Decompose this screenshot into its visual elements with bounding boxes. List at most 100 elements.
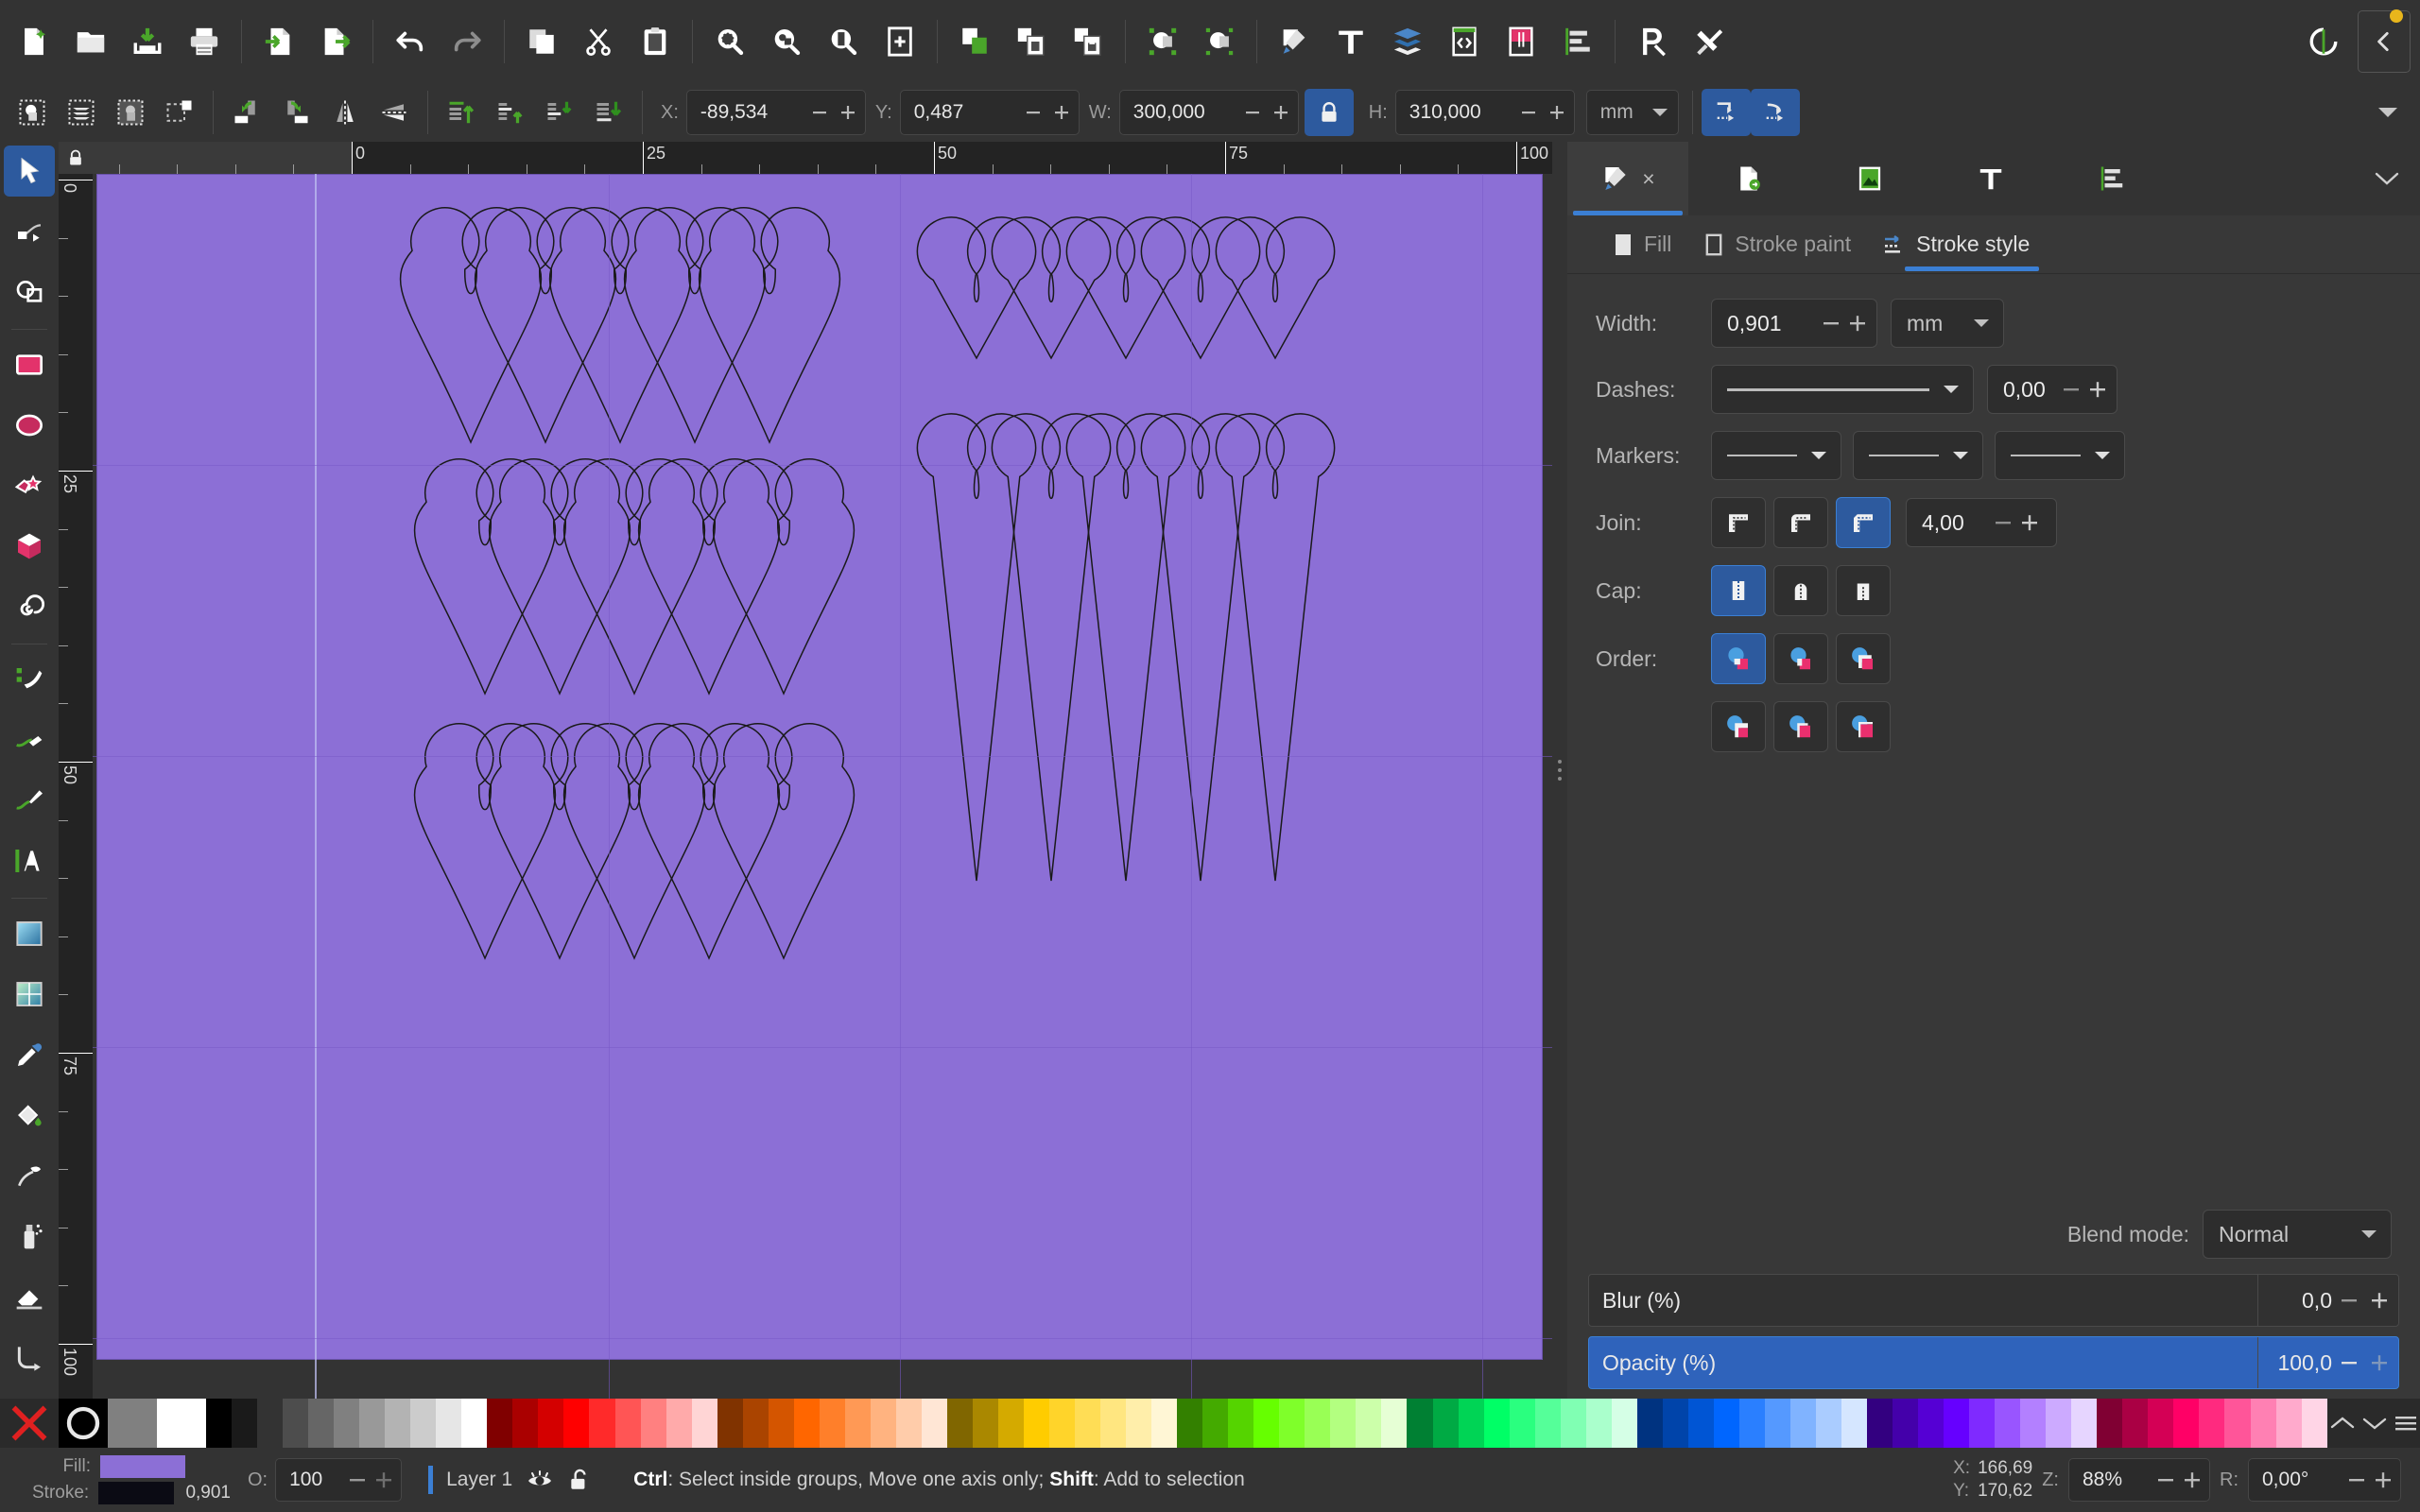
tool-preferences-button[interactable] xyxy=(1681,13,1737,70)
palette-swatch[interactable] xyxy=(1918,1399,1945,1448)
palette-swatch[interactable] xyxy=(1075,1399,1101,1448)
rotate-cw-button[interactable] xyxy=(271,89,320,136)
palette-swatch[interactable] xyxy=(1764,1399,1790,1448)
deselect-button[interactable] xyxy=(155,89,204,136)
dash-offset-decrement-button[interactable] xyxy=(2058,373,2084,405)
select-same-button[interactable] xyxy=(106,89,155,136)
opacity-stepper[interactable]: 100 xyxy=(275,1458,403,1502)
node-tool[interactable] xyxy=(4,206,55,257)
palette-swatch[interactable] xyxy=(1560,1399,1586,1448)
preferences-button[interactable] xyxy=(1624,13,1681,70)
palette-swatch[interactable] xyxy=(1330,1399,1357,1448)
palette-swatch[interactable] xyxy=(1713,1399,1739,1448)
objects-button[interactable] xyxy=(1134,13,1191,70)
palette-swatch[interactable] xyxy=(461,1399,488,1448)
palette-swatch[interactable] xyxy=(257,1399,284,1448)
palette-swatch[interactable] xyxy=(512,1399,539,1448)
palette-swatch[interactable] xyxy=(640,1399,666,1448)
palette-swatch[interactable] xyxy=(819,1399,845,1448)
open-document-button[interactable] xyxy=(62,13,119,70)
stroke-indicator-swatch[interactable] xyxy=(98,1482,175,1504)
vertical-ruler[interactable]: 0 25 50 75 100 xyxy=(59,174,93,1399)
box-3d-tool[interactable] xyxy=(4,521,55,572)
print-button[interactable] xyxy=(176,13,233,70)
order-stroke-markers-fill-button[interactable] xyxy=(1711,701,1766,752)
stroke-width-increment-button[interactable] xyxy=(1844,307,1871,339)
chevron-down-icon[interactable] xyxy=(2361,1415,2388,1432)
raise-to-top-button[interactable] xyxy=(437,89,486,136)
order-markers-stroke-fill-button[interactable] xyxy=(1836,701,1891,752)
chevron-up-icon[interactable] xyxy=(2329,1415,2356,1432)
collapse-panel-button[interactable] xyxy=(2358,10,2411,73)
palette-swatch[interactable] xyxy=(666,1399,692,1448)
dock-tab-document-properties[interactable] xyxy=(1809,142,1930,215)
palette-swatch[interactable] xyxy=(1662,1399,1688,1448)
palette-swatch[interactable] xyxy=(487,1399,513,1448)
rotation-increment-button[interactable] xyxy=(2370,1464,2396,1496)
flip-vertical-button[interactable] xyxy=(370,89,419,136)
opacity-slider[interactable]: Opacity (%) 100,0 xyxy=(1588,1336,2399,1389)
flip-horizontal-button[interactable] xyxy=(320,89,370,136)
palette-swatch[interactable] xyxy=(1585,1399,1612,1448)
dock-collapse-button[interactable] xyxy=(2354,142,2420,215)
notification-dot[interactable] xyxy=(2390,9,2403,23)
palette-swatch[interactable] xyxy=(2173,1399,2200,1448)
text-properties-button[interactable] xyxy=(1322,13,1379,70)
palette-swatch[interactable] xyxy=(232,1399,258,1448)
palette-swatch[interactable] xyxy=(717,1399,743,1448)
h-increment-button[interactable] xyxy=(1544,96,1570,129)
fill-indicator-swatch[interactable] xyxy=(100,1455,185,1478)
dock-tab-close-icon[interactable]: × xyxy=(1642,166,1654,192)
drawing-canvas[interactable] xyxy=(93,174,1552,1399)
cap-square-button[interactable] xyxy=(1836,565,1891,616)
duplicate-button[interactable] xyxy=(946,13,1003,70)
unlock-icon[interactable] xyxy=(567,1467,592,1493)
palette-swatch[interactable] xyxy=(2071,1399,2098,1448)
palette-swatch[interactable] xyxy=(1815,1399,1841,1448)
palette-swatch[interactable] xyxy=(1432,1399,1459,1448)
spiral-tool[interactable] xyxy=(4,581,55,632)
palette-swatch[interactable] xyxy=(359,1399,386,1448)
palette-swatch-strip[interactable] xyxy=(206,1399,2327,1448)
star-tool[interactable] xyxy=(4,460,55,511)
spray-tool[interactable] xyxy=(4,1211,55,1262)
zoom-decrement-button[interactable] xyxy=(2152,1464,2179,1496)
tab-stroke-paint[interactable]: Stroke paint xyxy=(1694,226,1860,263)
palette-menu-icon[interactable] xyxy=(2394,1414,2418,1433)
palette-swatch[interactable] xyxy=(1841,1399,1868,1448)
x-decrement-button[interactable] xyxy=(806,96,833,129)
palette-swatch[interactable] xyxy=(1100,1399,1127,1448)
new-document-button[interactable] xyxy=(6,13,62,70)
horizontal-ruler[interactable]: 0 25 50 75 100 xyxy=(93,142,1552,174)
palette-swatch[interactable] xyxy=(997,1399,1024,1448)
palette-swatch[interactable] xyxy=(2122,1399,2149,1448)
palette-swatch[interactable] xyxy=(1356,1399,1382,1448)
zoom-increment-button[interactable] xyxy=(2179,1464,2205,1496)
palette-swatch[interactable] xyxy=(2301,1399,2327,1448)
palette-swatch[interactable] xyxy=(1202,1399,1229,1448)
palette-swatch[interactable] xyxy=(972,1399,998,1448)
palette-swatch[interactable] xyxy=(334,1399,360,1448)
stroke-width-decrement-button[interactable] xyxy=(1818,307,1844,339)
dropper-tool[interactable] xyxy=(4,1029,55,1080)
x-increment-button[interactable] xyxy=(835,96,861,129)
palette-swatch[interactable] xyxy=(1636,1399,1663,1448)
rotate-ccw-button[interactable] xyxy=(222,89,271,136)
ungroup-button[interactable] xyxy=(1060,13,1116,70)
eraser-tool[interactable] xyxy=(4,1271,55,1322)
marker-start-selector[interactable] xyxy=(1711,431,1841,480)
palette-swatch-gray[interactable] xyxy=(108,1399,157,1448)
palette-swatch[interactable] xyxy=(1151,1399,1178,1448)
join-miter-button[interactable] xyxy=(1711,497,1766,548)
lower-to-bottom-button[interactable] xyxy=(584,89,633,136)
palette-swatch[interactable] xyxy=(1867,1399,1893,1448)
y-field[interactable]: 0,487 xyxy=(899,90,1080,135)
pen-tool[interactable] xyxy=(4,714,55,765)
layer-name[interactable]: Layer 1 xyxy=(446,1469,512,1491)
blur-decrement-button[interactable] xyxy=(2336,1284,2362,1316)
rotation-decrement-button[interactable] xyxy=(2343,1464,2370,1496)
dash-offset-increment-button[interactable] xyxy=(2084,373,2111,405)
save-document-button[interactable] xyxy=(119,13,176,70)
command-palette-button[interactable] xyxy=(2295,13,2352,70)
h-field[interactable]: 310,000 xyxy=(1394,90,1575,135)
